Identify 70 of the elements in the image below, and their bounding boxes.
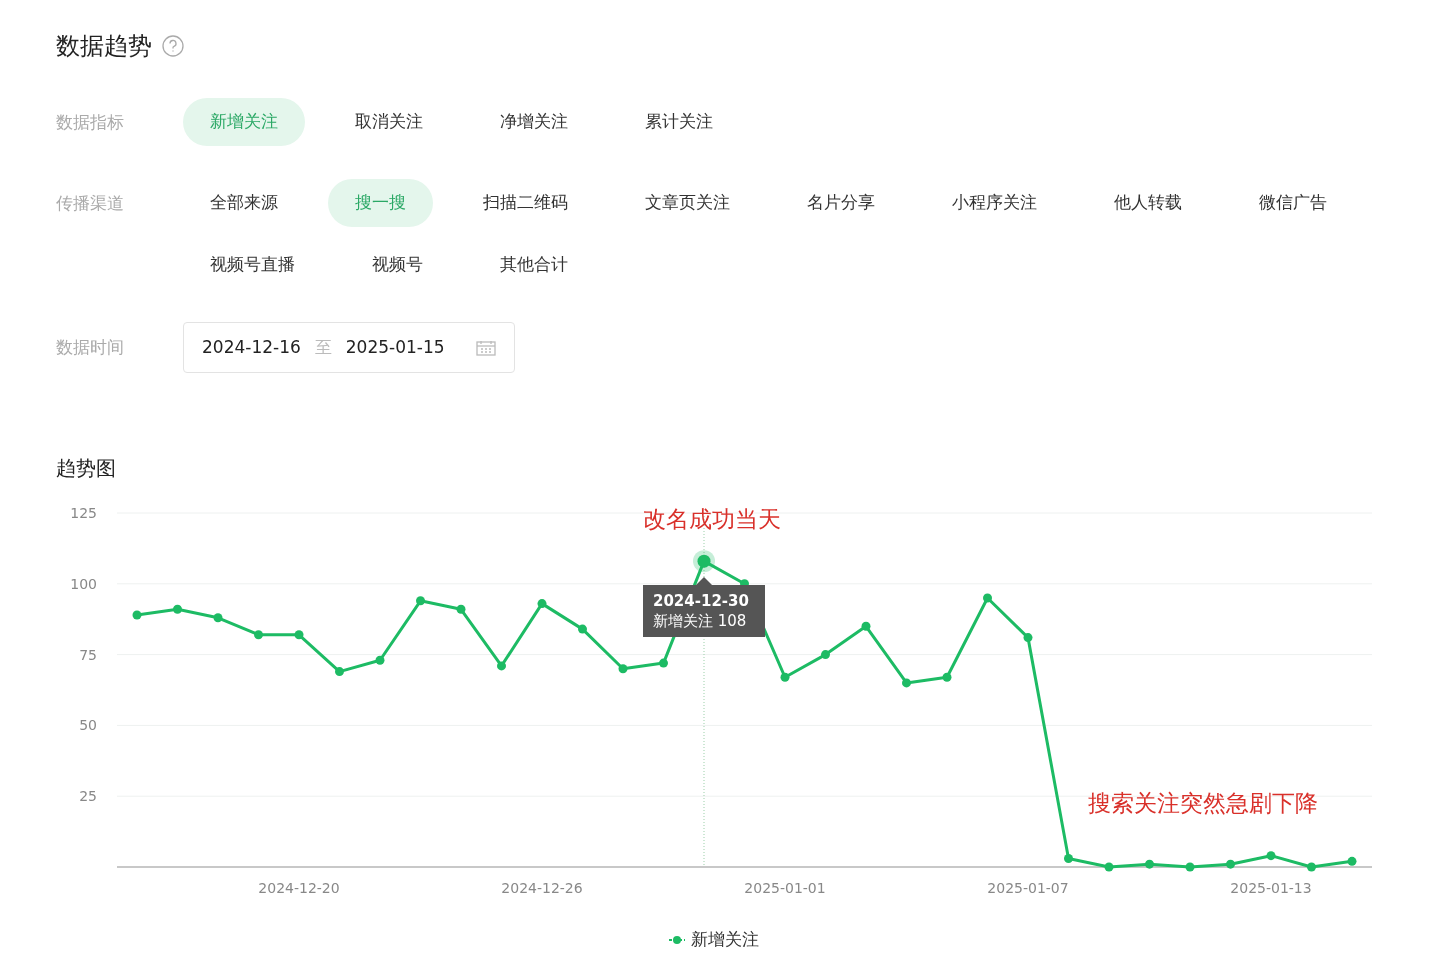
data-point	[416, 596, 425, 606]
x-tick-label: 2024-12-20	[258, 881, 340, 895]
data-point	[1307, 862, 1316, 872]
chart-annotation: 搜索关注突然急剧下降	[1087, 791, 1318, 815]
data-point	[578, 624, 587, 634]
x-tick-label: 2024-12-26	[501, 881, 583, 895]
filter-option[interactable]: 名片分享	[780, 179, 902, 227]
tooltip-value: 新增关注 108	[653, 611, 748, 632]
filter-option[interactable]: 净增关注	[473, 98, 595, 146]
start-date: 2024-12-16	[202, 335, 301, 359]
data-point	[1145, 859, 1154, 869]
help-icon[interactable]	[162, 35, 184, 57]
data-point	[821, 650, 830, 660]
highlighted-data-point	[693, 550, 715, 573]
x-tick-label: 2025-01-13	[1230, 881, 1312, 895]
x-tick-label: 2025-01-07	[987, 881, 1069, 895]
filter-option[interactable]: 小程序关注	[925, 179, 1064, 227]
data-point	[335, 667, 344, 677]
filter-option[interactable]: 其他合计	[473, 241, 595, 289]
filter-option[interactable]: 微信广告	[1232, 179, 1354, 227]
y-tick-label: 100	[69, 576, 97, 591]
data-point	[861, 621, 871, 631]
data-point	[254, 630, 263, 640]
data-point	[497, 661, 506, 671]
data-point	[983, 593, 992, 603]
filter-option[interactable]: 他人转载	[1087, 179, 1209, 227]
filter-option[interactable]: 视频号直播	[183, 241, 322, 289]
y-tick-label: 50	[78, 718, 97, 733]
legend-line-icon	[669, 934, 685, 945]
calendar-icon	[476, 339, 496, 356]
data-point	[780, 672, 790, 682]
y-tick-label: 75	[78, 647, 97, 662]
data-point	[618, 664, 628, 674]
date-range-picker[interactable]: 2024-12-16 至 2025-01-15	[183, 322, 515, 373]
data-point	[375, 655, 385, 665]
legend-label: 新增关注	[691, 928, 759, 951]
filter-label: 数据时间	[56, 335, 125, 359]
data-point	[659, 658, 668, 668]
data-point	[173, 604, 182, 614]
data-point	[1226, 859, 1235, 869]
filter-option[interactable]: 扫描二维码	[456, 179, 595, 227]
data-point	[537, 599, 547, 609]
data-point	[902, 678, 911, 688]
data-point	[1266, 851, 1276, 861]
filter-option[interactable]: 累计关注	[618, 98, 740, 146]
y-tick-label: 125	[69, 506, 97, 520]
data-point	[942, 672, 952, 682]
data-point	[1104, 862, 1114, 872]
end-date: 2025-01-15	[345, 335, 445, 359]
data-point	[213, 613, 223, 623]
data-point	[1185, 862, 1195, 872]
chart-title: 趋势图	[56, 455, 117, 482]
filter-option[interactable]: 取消关注	[328, 98, 450, 146]
filter-label: 数据指标	[56, 111, 125, 134]
filter-option[interactable]: 全部来源	[183, 179, 305, 227]
filter-option[interactable]: 视频号	[345, 241, 450, 289]
data-point	[132, 610, 142, 620]
y-tick-label: 25	[78, 789, 97, 804]
data-point	[456, 604, 466, 614]
tooltip-date: 2024-12-30	[653, 591, 750, 612]
data-point	[294, 630, 304, 640]
filter-option[interactable]: 文章页关注	[618, 179, 757, 227]
x-tick-label: 2025-01-01	[744, 881, 826, 895]
section-title: 数据趋势	[56, 31, 152, 62]
chart-annotation: 改名成功当天	[643, 507, 782, 531]
data-point	[1347, 856, 1357, 866]
range-separator: 至	[314, 335, 332, 359]
data-point	[1064, 854, 1073, 863]
filter-label: 传播渠道	[56, 192, 125, 215]
data-point	[1023, 633, 1033, 643]
